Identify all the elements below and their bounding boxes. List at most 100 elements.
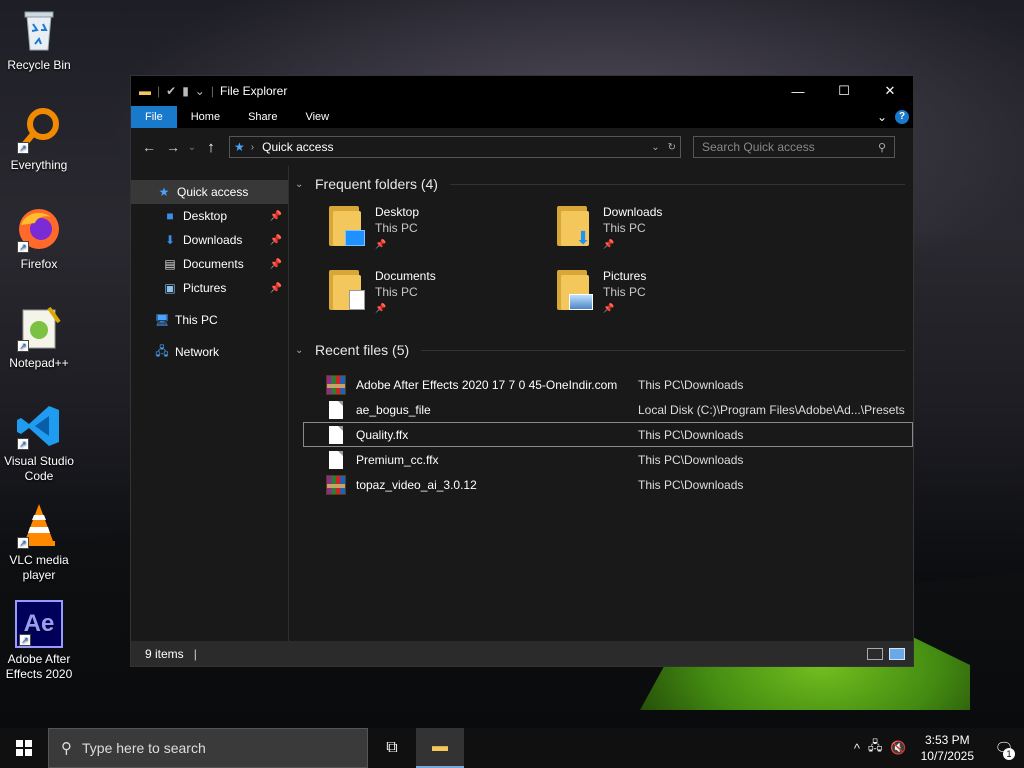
desktop-icon-notepad-plus-plus[interactable]: ↗ Notepad++	[0, 304, 78, 371]
desktop-icon-vscode[interactable]: ↗ Visual Studio Code	[0, 402, 78, 484]
search-icon: ⚲	[61, 740, 72, 757]
pin-icon: 📌	[269, 258, 282, 270]
taskbar-file-explorer-button[interactable]: ▬	[416, 728, 464, 768]
search-input[interactable]: Search Quick access ⚲	[693, 136, 895, 158]
desktop-icon-label: Recycle Bin	[7, 58, 71, 72]
desktop-icon-vlc[interactable]: ↗ VLC media player	[0, 501, 78, 583]
sidebar-item-network[interactable]: 🖧 Network	[131, 340, 288, 364]
new-folder-icon[interactable]: ▮	[182, 84, 189, 98]
sidebar-item-this-pc[interactable]: 🖥 This PC	[131, 308, 288, 332]
tab-view[interactable]: View	[291, 106, 343, 128]
recycle-bin-icon	[15, 6, 63, 54]
pin-icon: 📌	[603, 239, 615, 249]
close-button[interactable]: ✕	[867, 76, 913, 106]
chevron-right-icon[interactable]: ›	[251, 142, 254, 153]
search-placeholder: Type here to search	[82, 740, 206, 756]
sidebar-item-documents[interactable]: ▤ Documents 📌	[131, 252, 288, 276]
large-icons-view-button[interactable]	[889, 647, 905, 660]
taskbar-search-input[interactable]: ⚲ Type here to search	[48, 728, 368, 768]
search-placeholder: Search Quick access	[702, 140, 815, 154]
task-view-button[interactable]: ⧉	[368, 728, 416, 768]
vlc-icon: ↗	[15, 501, 63, 549]
desktop-icon-firefox[interactable]: ↗ Firefox	[0, 205, 78, 272]
up-button[interactable]: ↑	[199, 139, 223, 156]
sidebar-item-quick-access[interactable]: ★ Quick access	[131, 180, 288, 204]
file-row[interactable]: Premium_cc.ffx This PC\Downloads	[295, 447, 913, 472]
volume-muted-icon[interactable]: 🔇	[886, 740, 910, 756]
sidebar-item-label: Network	[175, 345, 220, 359]
document-file-icon	[325, 425, 347, 445]
file-path: This PC\Downloads	[638, 477, 744, 492]
clock-time: 3:53 PM	[924, 733, 970, 747]
sidebar-item-label: Quick access	[177, 185, 249, 199]
quick-access-toolbar: ▬ | ✔ ▮ ⌄ |	[139, 84, 214, 98]
folder-tile-downloads[interactable]: ⬇ Downloads This PC 📌	[557, 204, 785, 258]
file-row[interactable]: topaz_video_ai_3.0.12 This PC\Downloads	[295, 472, 913, 497]
windows-logo-icon	[16, 740, 32, 756]
file-row[interactable]: ae_bogus_file Local Disk (C:)\Program Fi…	[295, 397, 913, 422]
task-view-icon: ⧉	[386, 739, 398, 756]
file-row[interactable]: Adobe After Effects 2020 17 7 0 45-OneIn…	[295, 372, 913, 397]
customize-toolbar-icon[interactable]: ⌄	[195, 84, 205, 98]
recent-files-list: Adobe After Effects 2020 17 7 0 45-OneIn…	[295, 372, 913, 497]
folder-tile-desktop[interactable]: Desktop This PC 📌	[329, 204, 557, 258]
file-name: topaz_video_ai_3.0.12	[356, 477, 477, 492]
folder-tile-documents[interactable]: Documents This PC 📌	[329, 268, 557, 322]
sidebar-item-label: Desktop	[183, 209, 228, 223]
pin-icon: 📌	[269, 210, 282, 222]
start-button[interactable]	[0, 728, 48, 768]
refresh-icon[interactable]: ↻	[668, 142, 676, 153]
tab-home[interactable]: Home	[177, 106, 234, 128]
documents-folder-icon	[329, 270, 365, 310]
frequent-folders-header[interactable]: ⌄ Frequent folders (4)	[295, 170, 913, 198]
chevron-down-icon: ⌄	[295, 344, 304, 356]
tab-file[interactable]: File	[131, 106, 177, 128]
group-title: Frequent folders (4)	[315, 176, 438, 192]
show-hidden-icons-chevron-icon[interactable]: ^	[850, 741, 864, 756]
tab-share[interactable]: Share	[234, 106, 291, 128]
desktop-icon-label: Visual Studio Code	[4, 454, 74, 483]
forward-button[interactable]: →	[161, 139, 185, 155]
action-center-button[interactable]: 🗨 1	[984, 728, 1024, 768]
clock[interactable]: 3:53 PM 10/7/2025	[911, 732, 984, 764]
desktop-icon-after-effects[interactable]: Ae ↗ Adobe After Effects 2020	[0, 600, 78, 682]
desktop-icon-label: VLC media player	[9, 553, 69, 582]
network-status-icon[interactable]: 🖧	[864, 737, 887, 759]
recent-locations-button[interactable]: ⌄	[185, 142, 199, 153]
minimize-button[interactable]: —	[775, 76, 821, 106]
content-pane: ⌄ Frequent folders (4) Desktop This PC 📌	[289, 166, 913, 641]
document-file-icon	[325, 450, 347, 470]
after-effects-icon: Ae ↗	[15, 600, 63, 648]
file-row[interactable]: Quality.ffx This PC\Downloads	[303, 422, 913, 447]
system-tray: ^ 🖧 🔇 3:53 PM 10/7/2025 🗨 1	[850, 728, 1024, 768]
pin-icon: 📌	[603, 303, 615, 313]
address-dropdown-icon[interactable]: ⌄	[651, 142, 659, 153]
properties-icon[interactable]: ✔	[166, 84, 176, 98]
desktop-icon-everything[interactable]: ↗ Everything	[0, 106, 78, 173]
sidebar-item-label: Documents	[183, 257, 244, 271]
address-bar[interactable]: ★ › Quick access ⌄ ↻	[229, 136, 681, 158]
file-path: This PC\Downloads	[638, 377, 744, 392]
folder-app-icon: ▬	[139, 84, 151, 98]
computer-icon: 🖥	[154, 313, 170, 327]
everything-search-icon: ↗	[15, 106, 63, 154]
folder-tile-pictures[interactable]: Pictures This PC 📌	[557, 268, 785, 322]
recent-files-header[interactable]: ⌄ Recent files (5)	[295, 336, 913, 364]
desktop-folder-icon	[329, 206, 365, 246]
title-bar[interactable]: ▬ | ✔ ▮ ⌄ | File Explorer — ☐ ✕	[131, 76, 913, 106]
sidebar-item-label: Pictures	[183, 281, 227, 295]
expand-ribbon-chevron-icon[interactable]: ⌄	[877, 110, 887, 124]
sidebar-item-desktop[interactable]: ■ Desktop 📌	[131, 204, 288, 228]
maximize-button[interactable]: ☐	[821, 76, 867, 106]
file-name: Adobe After Effects 2020 17 7 0 45-OneIn…	[356, 377, 618, 392]
help-icon[interactable]: ?	[895, 110, 909, 124]
sidebar-item-pictures[interactable]: ▣ Pictures 📌	[131, 276, 288, 300]
folder-name: Desktop	[375, 205, 420, 219]
desktop-icon-recycle-bin[interactable]: Recycle Bin	[0, 6, 78, 73]
star-icon: ★	[158, 185, 170, 199]
navigation-bar: ← → ⌄ ↑ ★ › Quick access ⌄ ↻ Search Quic…	[131, 128, 913, 166]
sidebar-item-downloads[interactable]: ⬇ Downloads 📌	[131, 228, 288, 252]
item-count: 9 items	[145, 646, 184, 661]
back-button[interactable]: ←	[137, 139, 161, 155]
details-view-button[interactable]	[867, 647, 883, 660]
